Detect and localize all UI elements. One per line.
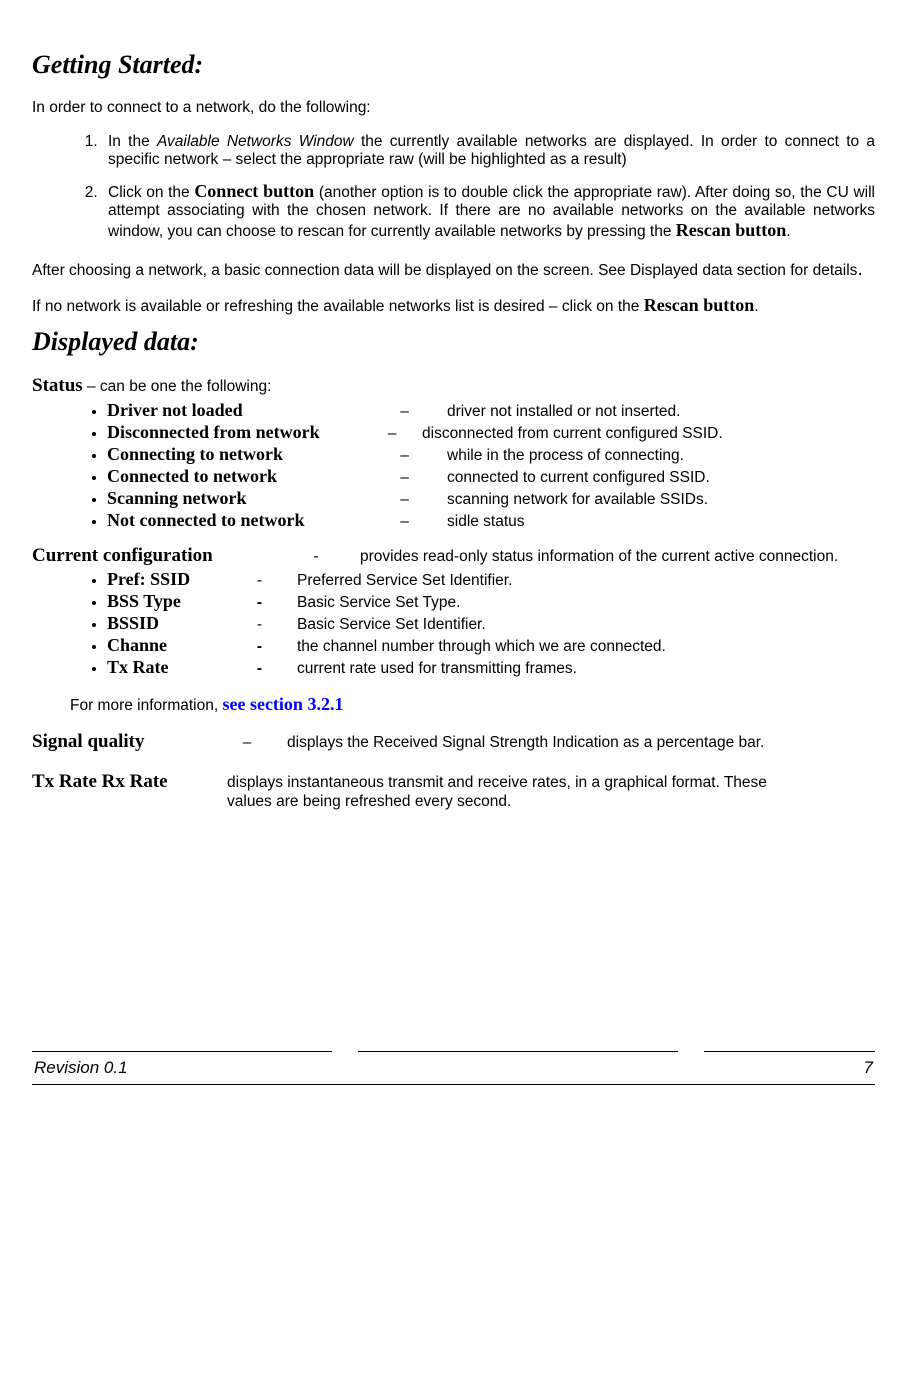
dash: – — [362, 403, 447, 421]
cfg-desc: Basic Service Set Type. — [297, 594, 875, 612]
footer-line: Revision 0.1 7 — [32, 1056, 875, 1080]
status-term: Driver not loaded — [107, 400, 362, 421]
cfg-term: Channe — [107, 635, 222, 656]
status-desc: sidle status — [447, 513, 875, 531]
config-list: Pref: SSID-Preferred Service Set Identif… — [32, 569, 875, 678]
current-config-intro: Current configuration - provides read-on… — [32, 545, 875, 567]
step2-text-e: . — [786, 223, 790, 240]
after-step-text-2: If no network is available or refreshing… — [32, 293, 875, 318]
status-item: Disconnected from network–disconnected f… — [107, 422, 875, 443]
section-link[interactable]: see section 3.2.1 — [222, 694, 343, 714]
status-term: Not connected to network — [107, 510, 362, 531]
status-term: Connected to network — [107, 466, 362, 487]
status-term: Connecting to network — [107, 444, 362, 465]
config-item: BSS Type-Basic Service Set Type. — [107, 591, 875, 612]
heading-displayed-data: Displayed data: — [32, 327, 875, 357]
dash: – — [362, 447, 447, 465]
status-item: Scanning network–scanning network for av… — [107, 488, 875, 509]
status-term: Scanning network — [107, 488, 362, 509]
footer: Revision 0.1 7 — [32, 1051, 875, 1085]
rule-segment — [358, 1051, 678, 1052]
status-desc: connected to current configured SSID. — [447, 469, 875, 487]
rescan-button-ref-2: Rescan button — [644, 295, 755, 315]
step-1: In the Available Networks Window the cur… — [102, 133, 875, 169]
status-desc: disconnected from current configured SSI… — [422, 425, 875, 443]
rescan-button-ref-1: Rescan button — [676, 220, 787, 240]
steps-list: In the Available Networks Window the cur… — [32, 133, 875, 241]
heading-getting-started: Getting Started: — [32, 50, 875, 80]
cfg-term: BSS Type — [107, 591, 222, 612]
dash: – — [362, 469, 447, 487]
more-info: For more information, see section 3.2.1 — [70, 694, 875, 715]
current-config-desc: provides read-only status information of… — [360, 548, 875, 566]
tx-rx-row: Tx Rate Rx Rate displays instantaneous t… — [32, 771, 875, 793]
status-item: Connecting to network– while in the proc… — [107, 444, 875, 465]
step-2: Click on the Connect button (another opt… — [102, 181, 875, 241]
dash: – — [362, 491, 447, 509]
status-list: Driver not loaded–driver not installed o… — [32, 400, 875, 531]
status-term: Disconnected from network — [107, 422, 362, 443]
after1-dot: . — [857, 259, 862, 280]
cfg-desc: the channel number through which we are … — [297, 638, 875, 656]
connect-button-ref: Connect button — [194, 181, 314, 201]
signal-quality-row: Signal quality – displays the Received S… — [32, 731, 875, 753]
step1-text-a: In the — [108, 133, 157, 150]
status-item: Not connected to network–sidle status — [107, 510, 875, 531]
cfg-term: BSSID — [107, 613, 222, 634]
status-desc: driver not installed or not inserted. — [447, 403, 875, 421]
dash: - — [222, 638, 297, 656]
step1-inline-italic: Available Networks Window — [157, 133, 354, 150]
status-item: Connected to network–connected to curren… — [107, 466, 875, 487]
status-label: Status — [32, 375, 83, 396]
dash: – — [207, 734, 287, 752]
status-intro: Status – can be one the following: — [32, 375, 875, 398]
cfg-desc: Basic Service Set Identifier. — [297, 616, 875, 634]
intro-text: In order to connect to a network, do the… — [32, 98, 875, 119]
signal-quality-label: Signal quality — [32, 731, 207, 753]
cfg-term: Pref: SSID — [107, 569, 222, 590]
status-intro-text: – can be one the following: — [83, 378, 272, 395]
after2-c: . — [754, 298, 758, 315]
status-desc: while in the process of connecting. — [447, 447, 875, 465]
after1-text: After choosing a network, a basic connec… — [32, 262, 857, 279]
config-item: Channe-the channel number through which … — [107, 635, 875, 656]
cfg-desc: current rate used for transmitting frame… — [297, 660, 875, 678]
footer-rule-top — [32, 1051, 875, 1052]
footer-rule-bottom — [32, 1084, 875, 1085]
revision-label: Revision 0.1 — [34, 1058, 128, 1078]
tx-rx-desc-1: displays instantaneous transmit and rece… — [227, 774, 875, 792]
tx-rx-label: Tx Rate Rx Rate — [32, 771, 227, 793]
cfg-term: Tx Rate — [107, 657, 222, 678]
step2-text-a: Click on the — [108, 184, 194, 201]
tx-rx-desc-2: values are being refreshed every second. — [227, 793, 875, 811]
dash: - — [222, 594, 297, 612]
after2-a: If no network is available or refreshing… — [32, 298, 644, 315]
current-config-label: Current configuration — [32, 545, 272, 567]
signal-quality-desc: displays the Received Signal Strength In… — [287, 734, 875, 752]
config-item: Pref: SSID-Preferred Service Set Identif… — [107, 569, 875, 590]
dash: - — [222, 572, 297, 590]
config-item: BSSID-Basic Service Set Identifier. — [107, 613, 875, 634]
config-item: Tx Rate-current rate used for transmitti… — [107, 657, 875, 678]
dash: – — [362, 425, 422, 443]
dash: – — [362, 513, 447, 531]
status-desc: scanning network for available SSIDs. — [447, 491, 875, 509]
rule-segment — [32, 1051, 332, 1052]
dash: - — [272, 548, 360, 566]
dash: - — [222, 660, 297, 678]
dash: - — [222, 616, 297, 634]
more-info-text: For more information, — [70, 697, 222, 714]
cfg-desc: Preferred Service Set Identifier. — [297, 572, 875, 590]
after-step-text-1: After choosing a network, a basic connec… — [32, 257, 875, 283]
status-item: Driver not loaded–driver not installed o… — [107, 400, 875, 421]
rule-segment — [704, 1051, 875, 1052]
page-number: 7 — [864, 1058, 873, 1078]
